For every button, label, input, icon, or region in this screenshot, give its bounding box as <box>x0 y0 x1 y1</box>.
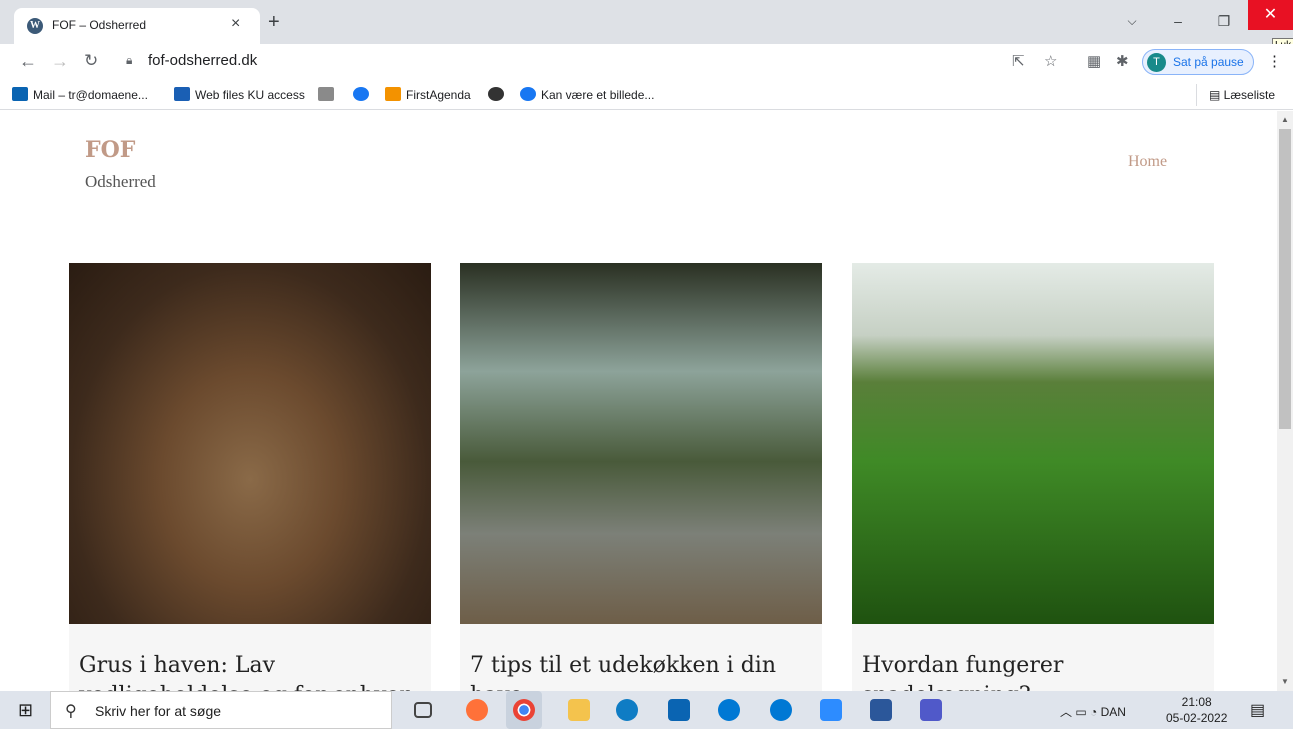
post-title[interactable]: Grus i haven: Lav vedligeholdelse og fer… <box>79 651 429 691</box>
teams-icon[interactable] <box>920 699 942 721</box>
facebook-icon <box>353 87 369 101</box>
scroll-up-icon[interactable]: ▲ <box>1281 115 1289 124</box>
chrome-icon <box>513 699 535 721</box>
firstagenda-icon <box>385 87 401 101</box>
word-icon[interactable] <box>870 699 892 721</box>
clock-date: 05-02-2022 <box>1166 711 1228 725</box>
nav-home-link[interactable]: Home <box>1128 153 1167 171</box>
outlook-icon[interactable] <box>668 699 690 721</box>
skype-icon[interactable] <box>718 699 740 721</box>
bookmark-mail[interactable]: Mail – tr@domaene... <box>12 86 148 104</box>
taskbar-search-box[interactable]: ⚲ Skriv her for at søge <box>50 691 392 729</box>
extensions-puzzle-icon[interactable]: ✱ <box>1116 52 1129 70</box>
tab-close-button[interactable]: × <box>231 15 240 33</box>
file-explorer-icon[interactable] <box>568 699 590 721</box>
bookmark-firstagenda[interactable]: FirstAgenda <box>385 86 471 104</box>
bookmark-github[interactable] <box>488 86 509 104</box>
windows-start-icon[interactable]: ⊞ <box>18 701 33 719</box>
outlook-icon <box>12 87 28 101</box>
tab-strip: W FOF – Odsherred × + ⌵ – ❐ ✕ <box>0 0 1293 44</box>
edge-icon[interactable] <box>616 699 638 721</box>
reading-list-button[interactable]: ▤ Læseliste <box>1196 84 1275 106</box>
firefox-icon[interactable] <box>466 699 488 721</box>
avatar: T <box>1147 53 1166 72</box>
tab-title: FOF – Odsherred <box>52 18 147 32</box>
page-scrollbar[interactable]: ▲ ▼ <box>1277 111 1293 691</box>
tab-fof[interactable]: W FOF – Odsherred × <box>14 8 260 44</box>
tab-search-dropdown-button[interactable]: ⌵ <box>1109 6 1155 36</box>
ku-icon <box>174 87 190 101</box>
crest-icon <box>318 87 334 101</box>
profile-button[interactable]: T Sat på pause <box>1142 49 1254 75</box>
windows-taskbar: ⊞ ⚲ Skriv her for at søge ︿ ▭ ◔ DAN 21:0… <box>0 691 1293 729</box>
search-icon: ⚲ <box>65 703 77 720</box>
github-icon <box>488 87 504 101</box>
chevron-up-icon[interactable]: ︿ <box>1060 705 1072 719</box>
address-bar[interactable]: fof-odsherred.dk <box>148 52 257 69</box>
reading-list-icon: ▤ <box>1209 88 1224 102</box>
new-tab-button[interactable]: + <box>268 12 280 32</box>
clock-time: 21:08 <box>1181 695 1212 709</box>
post-card[interactable]: Grus i haven: Lav vedligeholdelse og fer… <box>69 263 431 691</box>
kebab-menu-icon[interactable]: ⋮ <box>1267 52 1282 70</box>
profile-status: Sat på pause <box>1173 55 1244 69</box>
reload-icon[interactable]: ↻ <box>84 50 98 72</box>
post-card[interactable]: 7 tips til et udekøkken i din have <box>460 263 822 691</box>
zoom-icon[interactable] <box>820 699 842 721</box>
battery-icon[interactable]: ▭ <box>1075 705 1086 719</box>
scroll-down-icon[interactable]: ▼ <box>1281 677 1289 686</box>
scrollbar-thumb[interactable] <box>1279 129 1291 429</box>
lock-icon[interactable]: 🔒︎ <box>126 53 132 68</box>
task-view-icon[interactable] <box>414 702 432 718</box>
language-indicator[interactable]: DAN <box>1101 705 1126 719</box>
search-placeholder: Skriv her for at søge <box>95 703 222 719</box>
back-arrow-icon[interactable]: ← <box>19 50 37 72</box>
forward-arrow-icon[interactable]: → <box>51 50 69 72</box>
bookmark-crest[interactable] <box>318 86 339 104</box>
maximize-button[interactable]: ❐ <box>1201 6 1247 36</box>
share-icon[interactable]: ⇱ <box>1012 52 1025 70</box>
hands-plant-photo[interactable] <box>69 263 431 624</box>
bookmark-facebook[interactable] <box>353 86 374 104</box>
grass-closeup-photo[interactable] <box>852 263 1214 624</box>
site-title[interactable]: FOF <box>85 137 135 163</box>
chrome-taskbar-button[interactable] <box>506 691 542 729</box>
wifi-icon[interactable]: ◔ <box>1090 705 1097 719</box>
bookmark-star-icon[interactable]: ☆ <box>1044 52 1057 70</box>
post-title[interactable]: Hvordan fungerer spadelægning? <box>862 651 1212 691</box>
site-subtitle: Odsherred <box>85 172 156 191</box>
notification-icon[interactable]: ▤ <box>1250 700 1265 720</box>
taskbar-clock[interactable]: 21:08 05-02-2022 <box>1166 694 1227 726</box>
bookmark-web-files[interactable]: Web files KU access <box>174 86 305 104</box>
skype-business-icon[interactable] <box>770 699 792 721</box>
page-content: FOF Odsherred Home Grus i haven: Lav ved… <box>0 111 1277 691</box>
system-tray[interactable]: ︿ ▭ ◔ DAN <box>1060 703 1126 720</box>
garden-path-photo[interactable] <box>460 263 822 624</box>
bookmarks-bar: Mail – tr@domaene... Web files KU access… <box>0 80 1293 110</box>
wordpress-icon: W <box>27 18 43 34</box>
bookmark-facebook-image[interactable]: Kan være et billede... <box>520 86 654 104</box>
extension-calculator-icon[interactable]: ▦ <box>1087 52 1101 70</box>
close-window-button[interactable]: ✕ <box>1248 0 1293 30</box>
post-title[interactable]: 7 tips til et udekøkken i din have <box>470 651 820 691</box>
facebook-icon <box>520 87 536 101</box>
post-card[interactable]: Hvordan fungerer spadelægning? <box>852 263 1214 691</box>
minimize-button[interactable]: – <box>1155 6 1201 36</box>
browser-toolbar: ← → ↻ 🔒︎ fof-odsherred.dk ⇱ ☆ ▦ ✱ T Sat … <box>0 44 1293 80</box>
